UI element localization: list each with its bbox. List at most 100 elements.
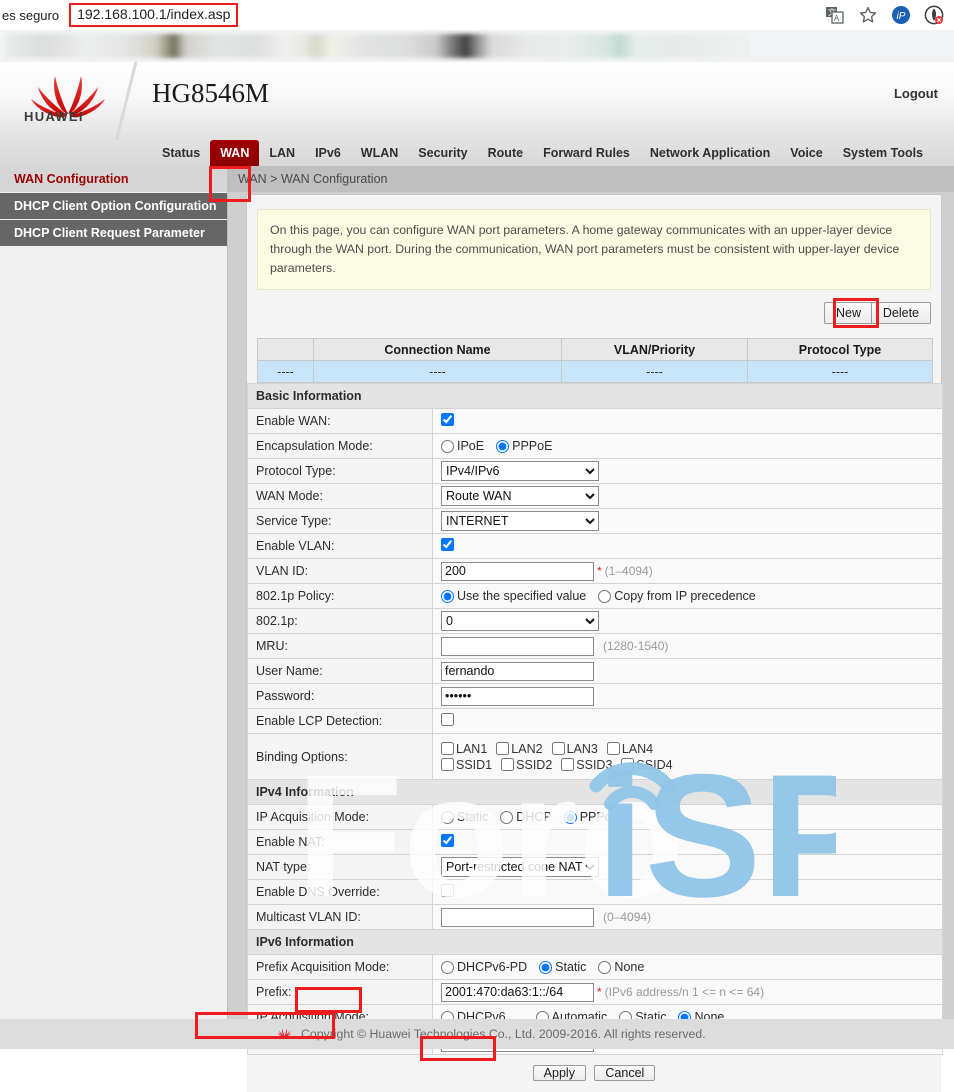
option-policy-specified[interactable]: Use the specified value	[441, 589, 586, 603]
bookmarks-bar[interactable]	[0, 30, 954, 62]
option-prefix-none[interactable]: None	[598, 960, 644, 974]
checkbox-lan4[interactable]	[607, 742, 620, 755]
radio-encapsulation-ipoe[interactable]	[441, 440, 454, 453]
nav-item-voice[interactable]: Voice	[780, 140, 832, 166]
nav-item-status[interactable]: Status	[152, 140, 210, 166]
label-enable-vlan: Enable VLAN:	[248, 534, 433, 559]
form-action-row: Apply Cancel	[247, 1055, 941, 1092]
table-toolbar: New Delete	[257, 302, 931, 328]
address-bar-input[interactable]: 192.168.100.1/index.asp	[69, 3, 238, 27]
enable-lcp-detection-checkbox[interactable]	[441, 713, 454, 726]
delete-button[interactable]: Delete	[871, 302, 931, 324]
checkbox-lan2[interactable]	[496, 742, 509, 755]
omnibox-row: es seguro 192.168.100.1/index.asp 文 A	[0, 0, 954, 30]
sidebar-item-dhcp-client-option[interactable]: DHCP Client Option Configuration	[0, 193, 227, 219]
checkbox-ssid1[interactable]	[441, 758, 454, 771]
new-button[interactable]: New	[824, 302, 873, 324]
protocol-type-select[interactable]: IPv4/IPv6	[441, 461, 599, 481]
option-label-ssid3: SSID3	[576, 758, 612, 772]
nav-item-forward-rules[interactable]: Forward Rules	[533, 140, 640, 166]
radio-ipv4-dhcp[interactable]	[500, 811, 513, 824]
vlan-id-input[interactable]	[441, 562, 594, 581]
checkbox-lan3[interactable]	[552, 742, 565, 755]
dot1p-select[interactable]: 0	[441, 611, 599, 631]
radio-encapsulation-pppoe[interactable]	[496, 440, 509, 453]
option-prefix-dhcpv6-pd[interactable]: DHCPv6-PD	[441, 960, 527, 974]
wan-settings-form: Basic Information Enable WAN: Encapsulat…	[247, 383, 943, 1055]
option-label-prefix-none: None	[614, 960, 644, 974]
prefix-input[interactable]	[441, 983, 594, 1002]
option-encapsulation-pppoe[interactable]: PPPoE	[496, 439, 552, 453]
radio-policy-specified[interactable]	[441, 590, 454, 603]
checkbox-lan1[interactable]	[441, 742, 454, 755]
cancel-button[interactable]: Cancel	[594, 1065, 655, 1081]
option-ipv4-static[interactable]: Static	[441, 810, 488, 824]
sidebar-item-wan-configuration[interactable]: WAN Configuration	[0, 166, 227, 192]
option-bind-lan4[interactable]: LAN4	[607, 742, 653, 756]
radio-prefix-none[interactable]	[598, 961, 611, 974]
checkbox-ssid4[interactable]	[621, 758, 634, 771]
option-bind-ssid2[interactable]: SSID2	[501, 758, 552, 772]
row-wan-mode: WAN Mode: Route WAN	[248, 484, 943, 509]
huawei-logo-icon	[22, 68, 114, 134]
binding-options-lan-row: LAN1 LAN2 LAN3 LAN4	[441, 742, 942, 756]
label-8021p: 802.1p:	[248, 609, 433, 634]
footer-huawei-logo-icon	[276, 1025, 293, 1044]
user-name-input[interactable]	[441, 662, 594, 681]
label-ipv4-acquisition-mode: IP Acquisition Mode:	[248, 805, 433, 830]
nav-item-network-application[interactable]: Network Application	[640, 140, 780, 166]
wan-mode-select[interactable]: Route WAN	[441, 486, 599, 506]
option-bind-lan2[interactable]: LAN2	[496, 742, 542, 756]
main-navigation: Status WAN LAN IPv6 WLAN Security Route …	[0, 140, 954, 166]
option-prefix-static[interactable]: Static	[539, 960, 586, 974]
radio-ipv4-pppoe[interactable]	[564, 811, 577, 824]
radio-prefix-dhcpv6-pd[interactable]	[441, 961, 454, 974]
option-encapsulation-ipoe[interactable]: IPoE	[441, 439, 484, 453]
option-ipv4-pppoe[interactable]: PPPoE	[564, 810, 620, 824]
radio-prefix-static[interactable]	[539, 961, 552, 974]
sidebar-item-dhcp-client-request[interactable]: DHCP Client Request Parameter	[0, 220, 227, 246]
option-policy-copy[interactable]: Copy from IP precedence	[598, 589, 756, 603]
nat-type-select[interactable]: Port-restricted cone NAT	[441, 857, 599, 877]
password-input[interactable]	[441, 687, 594, 706]
option-bind-lan1[interactable]: LAN1	[441, 742, 487, 756]
radio-policy-copy[interactable]	[598, 590, 611, 603]
enable-nat-checkbox[interactable]	[441, 834, 454, 847]
bookmark-star-icon[interactable]	[858, 5, 878, 25]
row-protocol-type: Protocol Type: IPv4/IPv6	[248, 459, 943, 484]
section-title-basic: Basic Information	[248, 384, 943, 409]
nav-item-system-tools[interactable]: System Tools	[833, 140, 933, 166]
option-bind-ssid1[interactable]: SSID1	[441, 758, 492, 772]
ipv4-multicast-vlan-id-input[interactable]	[441, 908, 594, 927]
table-row[interactable]: ---- ---- ---- ----	[258, 361, 933, 383]
nav-item-ipv6[interactable]: IPv6	[305, 140, 351, 166]
mru-input[interactable]	[441, 637, 594, 656]
field-binding-options: LAN1 LAN2 LAN3 LAN4	[433, 734, 943, 780]
checkbox-ssid2[interactable]	[501, 758, 514, 771]
ip-extension-icon[interactable]: iP	[891, 5, 911, 25]
field-service-type: INTERNET	[433, 509, 943, 534]
brand-wordmark: HUAWEI	[24, 109, 84, 124]
nav-item-wan[interactable]: WAN	[210, 140, 259, 166]
option-ipv4-dhcp[interactable]: DHCP	[500, 810, 551, 824]
apply-button[interactable]: Apply	[533, 1065, 586, 1081]
checkbox-ssid3[interactable]	[561, 758, 574, 771]
adblock-extension-icon[interactable]	[924, 5, 944, 25]
field-8021p-policy: Use the specified value Copy from IP pre…	[433, 584, 943, 609]
service-type-select[interactable]: INTERNET	[441, 511, 599, 531]
option-bind-ssid3[interactable]: SSID3	[561, 758, 612, 772]
label-encapsulation-mode: Encapsulation Mode:	[248, 434, 433, 459]
option-bind-ssid4[interactable]: SSID4	[621, 758, 672, 772]
nav-item-route[interactable]: Route	[478, 140, 533, 166]
translate-icon[interactable]: 文 A	[825, 5, 845, 25]
nav-item-wlan[interactable]: WLAN	[351, 140, 409, 166]
nav-item-lan[interactable]: LAN	[259, 140, 305, 166]
option-bind-lan3[interactable]: LAN3	[552, 742, 598, 756]
enable-wan-checkbox[interactable]	[441, 413, 454, 426]
logout-button[interactable]: Logout	[894, 86, 938, 101]
radio-ipv4-static[interactable]	[441, 811, 454, 824]
enable-dns-override-checkbox[interactable]	[441, 884, 454, 897]
enable-vlan-checkbox[interactable]	[441, 538, 454, 551]
nav-item-security[interactable]: Security	[408, 140, 477, 166]
cell-select[interactable]: ----	[258, 361, 314, 383]
